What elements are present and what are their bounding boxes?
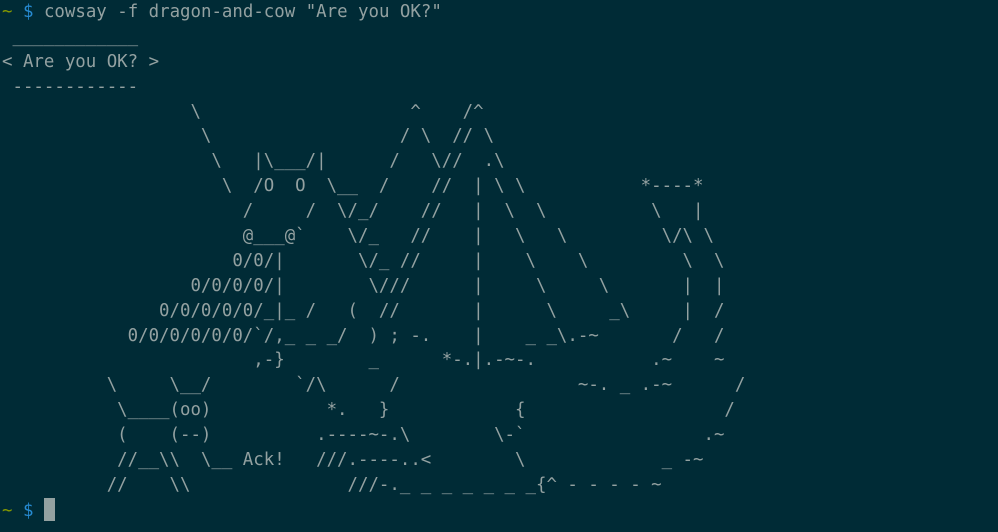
ascii-art-line: 0/0/0/0/| \/// | \ \ | | [2, 275, 725, 296]
prompt-line[interactable]: ~ $ [2, 497, 998, 523]
ascii-art-line: @___@` \/_ // | \ \ \/\ \ [2, 226, 714, 247]
text-cursor[interactable] [43, 497, 55, 521]
ascii-art-line: ,-} _ *-.|.-~-. .~ ~ [2, 350, 725, 371]
prompt-dollar: $ [22, 2, 34, 22]
ascii-art-line: \ |\___/| / \// .\ [2, 151, 505, 172]
ascii-art-line: \ / \ // \ [2, 126, 495, 147]
speech-bubble-top: ____________ [2, 26, 139, 47]
prompt-tilde: ~ [2, 2, 13, 22]
ascii-art-line: / / \/_/ // | \ \ \ | [2, 201, 704, 222]
ascii-art-line: \ \__/ `/\ / ~-. _ .-~ / [2, 375, 746, 396]
ascii-art-line: 0/0/0/0/0/_|_ / ( // | \ _\ | / [2, 300, 725, 321]
ascii-art-line: //__\\ \__ Ack! ///.----..< \ _ -~ [2, 450, 704, 471]
ascii-art-line: \____(oo) *. } { / [2, 400, 735, 421]
ascii-art-line: \ /O O \__ / // | \ \ *----* [2, 176, 704, 197]
speech-bubble-text: < Are you OK? > [2, 51, 160, 72]
ascii-art-line: ( (--) .----~-.\ \-` .~ [2, 425, 725, 446]
ascii-art-line: 0/0/0/0/0/0/`/,_ _ _/ ) ; -. | _ _\.-~ /… [2, 325, 725, 346]
command-text: cowsay -f dragon-and-cow "Are you OK?" [43, 2, 442, 22]
ascii-art-line: // \\ ///-._ _ _ _ _ _ _{^ - - - - ~ [2, 474, 662, 495]
speech-bubble-bottom: ------------ [2, 76, 139, 97]
ascii-art-line: \ ^ /^ [2, 101, 484, 122]
terminal-window[interactable]: ~ $ cowsay -f dragon-and-cow "Are you OK… [0, 0, 998, 532]
command-line: ~ $ cowsay -f dragon-and-cow "Are you OK… [2, 0, 998, 25]
ascii-art-line: 0/0/| \/_ // | \ \ \ \ [2, 250, 725, 271]
prompt-tilde: ~ [2, 500, 13, 521]
prompt-dollar: $ [22, 500, 34, 521]
